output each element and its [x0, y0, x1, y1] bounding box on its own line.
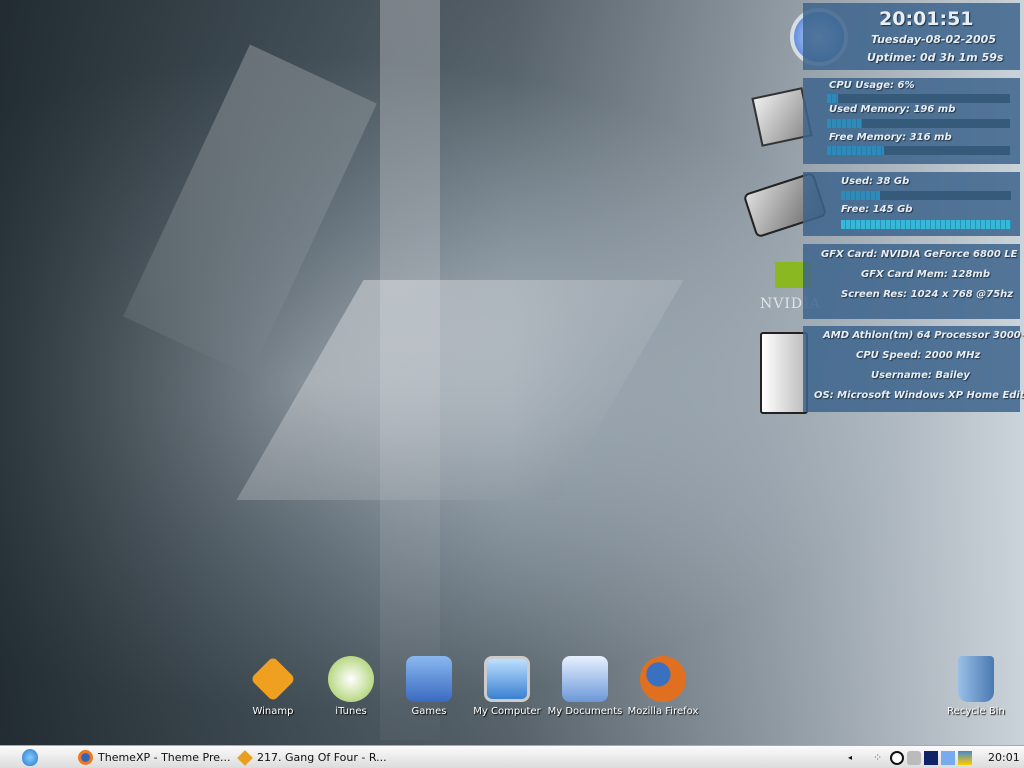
desktop-icon-recycle-bin[interactable]: Recycle Bin — [938, 656, 1014, 717]
free-memory-bar — [827, 146, 1010, 155]
tray-expand-arrow[interactable]: ◂ — [848, 749, 852, 766]
processor: AMD Athlon(tm) 64 Processor 3000+ — [823, 330, 1024, 341]
cpu-usage-bar — [827, 94, 1010, 103]
winamp-icon — [250, 656, 296, 702]
task-button-winamp[interactable]: 217. Gang Of Four - R... — [237, 749, 387, 766]
cpu-usage-fill — [827, 94, 838, 103]
disk-panel: Used: 38 Gb Free: 145 Gb — [803, 172, 1020, 236]
icon-label: Winamp — [252, 706, 294, 717]
icon-label: My Computer — [473, 706, 541, 717]
free-memory-label: Free Memory: 316 mb — [829, 132, 952, 143]
gfx-panel: GFX Card: NVIDIA GeForce 6800 LE GFX Car… — [803, 244, 1020, 319]
icon-label: Mozilla Firefox — [627, 706, 699, 717]
cpu-usage-label: CPU Usage: 6% — [829, 80, 915, 91]
wallpaper-shard — [236, 280, 684, 500]
security-alert-icon[interactable] — [958, 750, 972, 765]
disk-used-bar — [841, 191, 1011, 200]
gfx-card: GFX Card: NVIDIA GeForce 6800 LE — [821, 249, 1018, 260]
folder-icon — [406, 656, 452, 702]
network-icon[interactable]: ⁘ — [873, 751, 887, 765]
media-icon[interactable] — [924, 750, 938, 765]
messenger-icon[interactable] — [890, 750, 904, 765]
uptime: Uptime: 0d 3h 1m 59s — [867, 51, 1004, 64]
desktop-icon-my-computer[interactable]: My Computer — [469, 656, 545, 717]
free-memory-fill — [827, 146, 884, 155]
used-memory-bar — [827, 119, 1010, 128]
monitor-icon — [484, 656, 530, 702]
gfx-mem: GFX Card Mem: 128mb — [861, 269, 990, 280]
disk-free-bar — [841, 220, 1011, 229]
system-panel: AMD Athlon(tm) 64 Processor 3000+ CPU Sp… — [803, 326, 1024, 412]
desktop-icon-firefox[interactable]: Mozilla Firefox — [625, 656, 701, 717]
taskbar: ThemeXP - Theme Pre... 217. Gang Of Four… — [0, 745, 1024, 768]
cpu-speed: CPU Speed: 2000 MHz — [856, 350, 981, 361]
apple-start-button[interactable] — [22, 749, 38, 766]
desktop-icon-my-documents[interactable]: My Documents — [547, 656, 623, 717]
clock-panel: 20:01:51 Tuesday-08-02-2005 Uptime: 0d 3… — [803, 3, 1020, 70]
screen-res: Screen Res: 1024 x 768 @75hz — [841, 289, 1014, 300]
cpu-memory-panel: CPU Usage: 6% Used Memory: 196 mb Free M… — [803, 78, 1020, 164]
clock-time: 20:01:51 — [879, 8, 974, 30]
used-memory-label: Used Memory: 196 mb — [829, 104, 956, 115]
system-tray: ⁘ — [873, 749, 972, 766]
clock-date: Tuesday-08-02-2005 — [871, 33, 996, 46]
disk-used-fill — [841, 191, 881, 200]
task-label: ThemeXP - Theme Pre... — [98, 751, 231, 764]
firefox-icon — [78, 750, 93, 765]
used-memory-fill — [827, 119, 862, 128]
desktop-icon-games[interactable]: Games — [391, 656, 467, 717]
desktop-icon-winamp[interactable]: Winamp — [235, 656, 311, 717]
taskbar-clock[interactable]: 20:01 — [988, 749, 1020, 766]
connection-icon[interactable] — [941, 750, 955, 765]
firefox-icon — [640, 656, 686, 702]
icon-label: Games — [411, 706, 447, 717]
task-button-themexp[interactable]: ThemeXP - Theme Pre... — [78, 749, 231, 766]
os: OS: Microsoft Windows XP Home Edition — [814, 390, 1024, 401]
icon-label: Recycle Bin — [947, 706, 1005, 717]
winamp-icon — [237, 749, 253, 766]
desktop-icon-itunes[interactable]: iTunes — [313, 656, 389, 717]
username: Username: Bailey — [871, 370, 970, 381]
documents-folder-icon — [562, 656, 608, 702]
icon-label: iTunes — [335, 706, 367, 717]
computer-tower-icon — [760, 332, 808, 414]
icon-label: My Documents — [547, 706, 623, 717]
printer-icon[interactable] — [907, 750, 921, 765]
task-label: 217. Gang Of Four - R... — [257, 751, 387, 764]
disk-free-fill — [841, 220, 1011, 229]
itunes-icon — [328, 656, 374, 702]
disk-used-label: Used: 38 Gb — [841, 176, 910, 187]
recycle-bin-icon — [958, 656, 994, 702]
disk-free-label: Free: 145 Gb — [841, 204, 913, 215]
